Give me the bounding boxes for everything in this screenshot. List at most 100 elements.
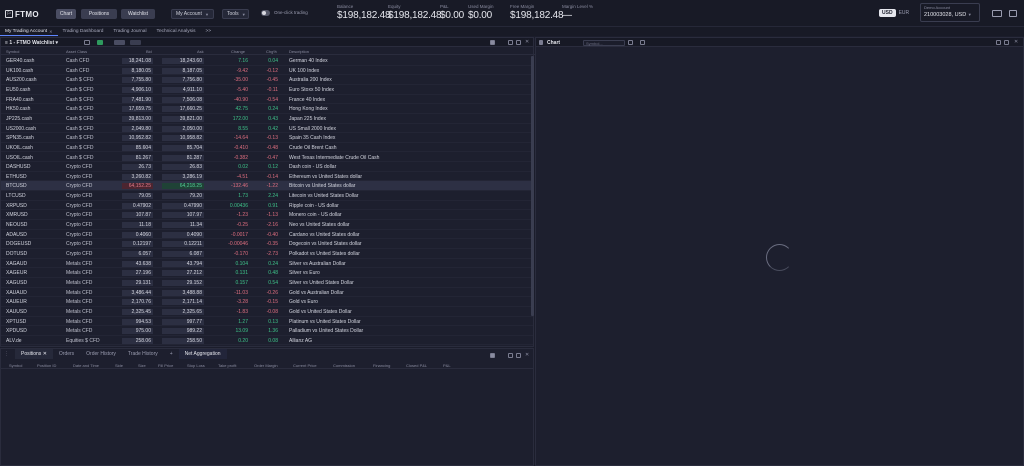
close-icon[interactable]: ✕ [525,353,530,358]
table-row[interactable]: XMRUSD Crypto CFD 107.87 107.97 -1.23 -1.13 Mo… [1,210,533,221]
tab-trading-journal[interactable]: Trading Journal [108,27,151,36]
tab-positions[interactable]: Positions [81,9,117,19]
row-bid-price[interactable]: 258.06 [122,337,153,344]
table-row[interactable]: ADAUSD Crypto CFD 0.4060 0.4090 -0.0017 -0.40… [1,230,533,240]
table-row[interactable]: EU50.cash Cash $ CFD 4,906.10 4,911.10 -5.40… [1,85,533,95]
tab-orders[interactable]: Orders [53,349,80,359]
row-ask-price[interactable]: 85.704 [162,144,204,151]
col-take-profit[interactable]: Take profit [218,363,236,368]
row-ask-price[interactable]: 18,243.60 [162,58,204,64]
drag-handle-icon[interactable] [539,40,543,45]
row-bid-price[interactable]: 81.267 [122,154,153,161]
row-bid-price[interactable]: 64,152.25 [122,183,153,190]
row-bid-price[interactable]: 18,241.08 [122,58,153,64]
tab-technical-analysis[interactable]: Technical Analysis [152,27,201,36]
table-row[interactable]: DOTUSD Crypto CFD 6.057 6.087 -0.170 -2.73 Pol… [1,249,533,259]
layout-icon[interactable] [992,10,1002,17]
tab-net-aggregation[interactable]: Net Aggregation [178,349,227,359]
row-ask-price[interactable]: 17,660.25 [162,106,204,113]
table-row[interactable]: USOIL.cash Cash $ CFD 81.267 81.287 -0.382 -0… [1,153,533,163]
row-bid-price[interactable]: 7,481.90 [122,96,153,103]
list-view-icon[interactable] [114,40,125,45]
row-bid-price[interactable]: 2,170.76 [122,299,153,306]
row-bid-price[interactable]: 43.638 [122,260,153,267]
row-ask-price[interactable]: 2,050.00 [162,125,204,132]
row-ask-price[interactable]: 7,756.80 [162,77,204,84]
indicator-icon[interactable] [640,40,645,45]
tab-trading-dashboard[interactable]: Trading Dashboard [58,27,109,36]
table-row[interactable]: HK50.cash Cash $ CFD 17,659.75 17,660.25 42.… [1,104,533,114]
row-ask-price[interactable]: 2,171.14 [162,299,204,306]
row-ask-price[interactable]: 3,488.88 [162,289,204,296]
col-symbol[interactable]: Symbol [9,363,22,368]
row-bid-price[interactable]: 11.18 [122,222,153,229]
close-icon[interactable]: ✕ [43,351,47,357]
row-ask-price[interactable]: 6.087 [162,251,204,257]
tab-chart[interactable]: Chart [56,9,76,19]
row-ask-price[interactable]: 39,821.00 [162,115,204,122]
col-commission[interactable]: Commission [333,363,355,368]
col-change[interactable]: Change [231,49,245,54]
settings-icon[interactable] [490,353,495,358]
row-ask-price[interactable]: 997.77 [162,318,204,325]
col-symbol[interactable]: Symbol [6,49,19,54]
currency-eur[interactable]: EUR [896,9,913,17]
table-row[interactable]: US2000.cash Cash $ CFD 2,049.80 2,050.00 8.5… [1,124,533,134]
popout-icon[interactable] [508,353,513,358]
row-bid-price[interactable]: 10,952.82 [122,135,153,142]
row-bid-price[interactable]: 3,260.82 [122,173,153,180]
col-asset-class[interactable]: Asset Class [66,49,87,54]
menu-icon[interactable] [1009,10,1017,17]
row-ask-price[interactable]: 27.212 [162,270,204,277]
row-ask-price[interactable]: 7,506.08 [162,96,204,103]
row-ask-price[interactable]: 0.4090 [162,231,204,238]
maximize-icon[interactable] [1004,40,1009,45]
row-bid-price[interactable]: 3,486.44 [122,289,153,296]
col-position-id[interactable]: Position ID [37,363,56,368]
row-bid-price[interactable]: 107.87 [122,212,153,219]
table-row[interactable]: XRPUSD Crypto CFD 0.47902 0.47990 0.00436 0.9… [1,201,533,211]
row-ask-price[interactable]: 2,325.65 [162,308,204,315]
row-bid-price[interactable]: 39,813.00 [122,115,153,122]
maximize-icon[interactable] [516,353,521,358]
table-row[interactable]: XPDUSD Metals CFD 975.00 989.22 13.09 1.36 Pal… [1,326,533,336]
table-row[interactable]: UKOIL.cash Cash $ CFD 85.604 85.704 -0.410 -0… [1,143,533,153]
row-bid-price[interactable]: 2,325.45 [122,308,153,315]
row-bid-price[interactable]: 975.00 [122,328,153,335]
close-icon[interactable]: ✕ [49,29,52,34]
col-size[interactable]: Size [138,363,146,368]
row-ask-price[interactable]: 29.152 [162,279,204,286]
table-row[interactable]: SPN35.cash Cash $ CFD 10,952.82 10,958.82 -1… [1,133,533,143]
row-bid-price[interactable]: 7,755.80 [122,77,153,84]
col-stop-loss[interactable]: Stop Loss [187,363,205,368]
green-flag-icon[interactable] [97,40,103,45]
row-bid-price[interactable]: 8,180.05 [122,67,153,74]
currency-usd[interactable]: USD [879,9,896,17]
table-row[interactable]: UK100.cash Cash CFD 8,180.05 8,187.05 -9.42 -… [1,66,533,76]
chart-type-icon[interactable] [628,40,633,45]
row-ask-price[interactable]: 64,218.25 [162,183,204,190]
table-row[interactable]: XAUEUR Metals CFD 2,170.76 2,171.14 -3.28 -0.… [1,297,533,307]
row-ask-price[interactable]: 26.83 [162,164,204,171]
row-ask-price[interactable]: 81.287 [162,154,204,161]
drag-handle-icon[interactable]: ⋮ [1,349,15,359]
row-bid-price[interactable]: 85.604 [122,144,153,151]
table-row[interactable]: FRA40.cash Cash $ CFD 7,481.90 7,506.08 -40.… [1,95,533,105]
row-bid-price[interactable]: 2,049.80 [122,125,153,132]
row-bid-price[interactable]: 0.4060 [122,231,153,238]
table-row[interactable]: NEOUSD Crypto CFD 11.18 11.34 -0.25 -2.16 Neo … [1,220,533,230]
table-row[interactable]: XAGEUR Metals CFD 27.196 27.212 0.131 0.48 Sil… [1,268,533,278]
row-ask-price[interactable]: 107.97 [162,212,204,219]
row-ask-price[interactable]: 0.47990 [162,202,204,209]
close-icon[interactable]: ✕ [525,40,530,45]
table-row[interactable]: ETHUSD Crypto CFD 3,260.82 3,286.19 -4.51 -0.… [1,172,533,182]
add-symbol-icon[interactable] [84,40,90,45]
row-ask-price[interactable]: 3,286.19 [162,173,204,180]
watchlist-title[interactable]: ≡ 1 - FTMO Watchlist ▾ [5,40,58,46]
col-bid[interactable]: Bid [146,49,152,54]
table-row[interactable]: DASHUSD Crypto CFD 26.73 26.83 0.02 0.12 Dash … [1,162,533,172]
row-bid-price[interactable]: 4,906.10 [122,86,153,93]
account-selector[interactable]: Demo Account 210003028, USD ▼ [920,3,980,22]
currency-switch[interactable]: USD EUR [879,9,912,17]
col-date-time[interactable]: Date and Time [73,363,99,368]
